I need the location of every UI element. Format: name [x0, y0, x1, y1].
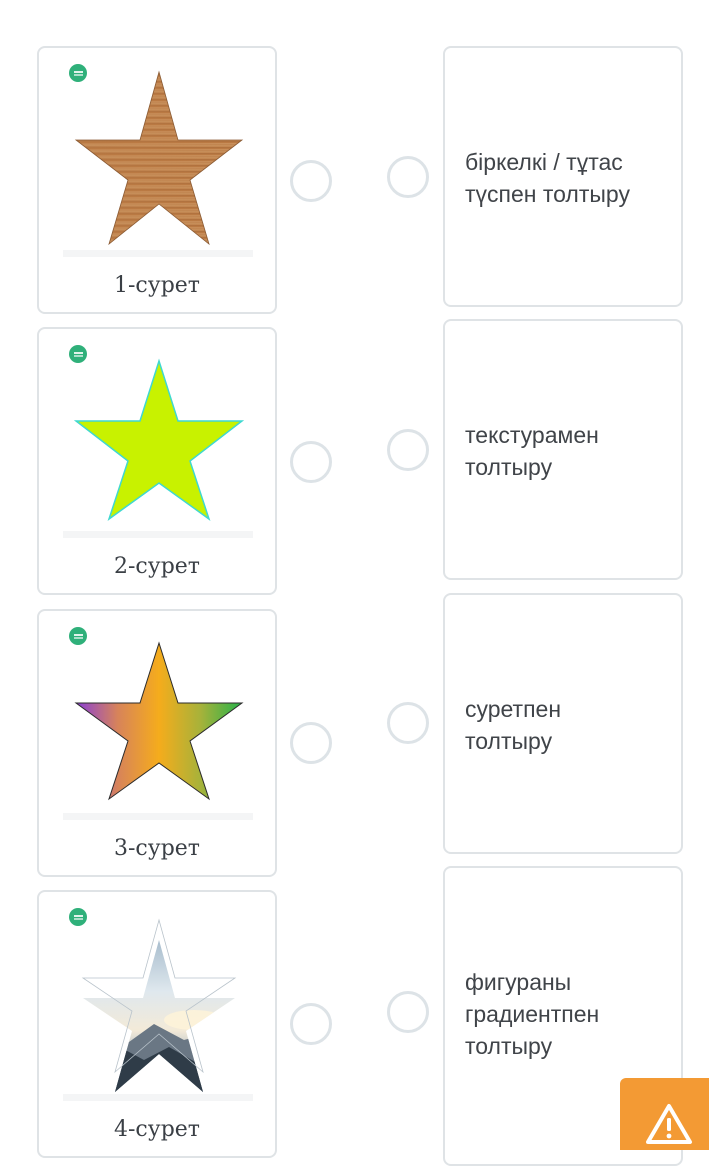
text-card-2[interactable]: текстурамен толтыру: [443, 319, 683, 580]
text-card-label: біркелкі / тұтас түспен толтыру: [465, 149, 630, 207]
right-radio-1[interactable]: [387, 156, 429, 198]
image-caption: 4-сурет: [114, 1117, 200, 1142]
gradient-star-image: [74, 641, 244, 801]
right-radio-3[interactable]: [387, 702, 429, 744]
image-card-2[interactable]: 2-сурет: [37, 327, 277, 595]
report-alert-button[interactable]: [620, 1078, 709, 1150]
text-card-1[interactable]: біркелкі / тұтас түспен толтыру: [443, 46, 683, 307]
text-card-3[interactable]: суретпен толтыру: [443, 593, 683, 854]
image-caption: 1-сурет: [114, 273, 200, 298]
left-radio-1[interactable]: [290, 160, 332, 202]
right-radio-4[interactable]: [387, 991, 429, 1033]
photo-star-image: [81, 918, 237, 1092]
right-radio-2[interactable]: [387, 429, 429, 471]
image-card-4[interactable]: 4-сурет: [37, 890, 277, 1158]
wood-star-image: [74, 70, 244, 246]
solid-star-image: [74, 358, 244, 521]
left-radio-2[interactable]: [290, 441, 332, 483]
left-radio-4[interactable]: [290, 1003, 332, 1045]
warning-icon: [646, 1104, 692, 1144]
text-card-label: фигураны градиентпен толтыру: [465, 969, 600, 1059]
image-caption: 2-сурет: [114, 554, 200, 579]
text-card-label: текстурамен толтыру: [465, 422, 599, 480]
image-caption: 3-сурет: [114, 836, 200, 861]
image-card-1[interactable]: 1-сурет: [37, 46, 277, 314]
text-card-label: суретпен толтыру: [465, 696, 562, 754]
image-card-3[interactable]: 3-сурет: [37, 609, 277, 877]
left-radio-3[interactable]: [290, 722, 332, 764]
